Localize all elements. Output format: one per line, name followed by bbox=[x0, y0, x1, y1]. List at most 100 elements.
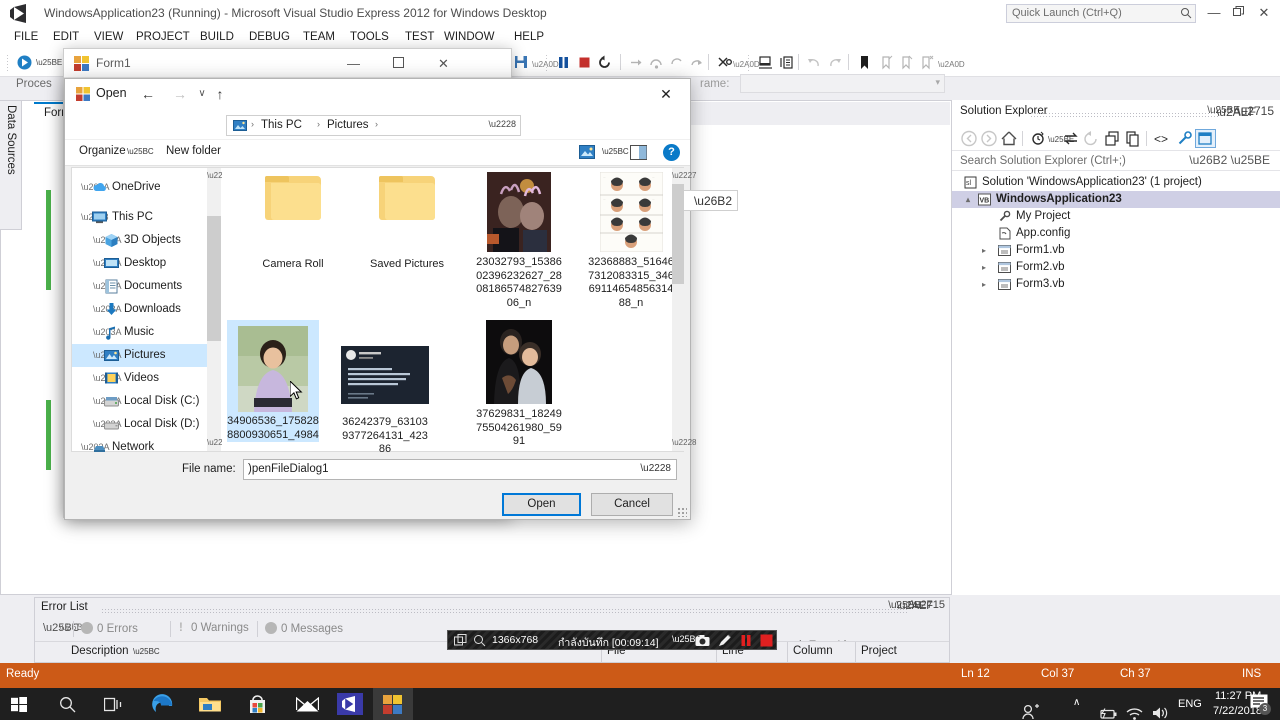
comment-icon[interactable] bbox=[778, 54, 795, 71]
file-tile-camera-roll[interactable]: Camera Roll bbox=[248, 176, 338, 272]
people-icon[interactable] bbox=[1022, 696, 1040, 720]
nav-item-documents[interactable]: \u203A Documents bbox=[72, 275, 207, 298]
nav-item-music[interactable]: \u203A Music bbox=[72, 321, 207, 344]
screen-recorder-toolbar[interactable]: 1366x768 กำลังบันทึก [00:09:14] \u25BC bbox=[447, 630, 777, 650]
tree-row-form2[interactable]: ▸ Form2.vb bbox=[952, 259, 1280, 276]
bookmarks-dropdown-icon[interactable]: \u2A0D bbox=[938, 54, 965, 71]
data-sources-tab[interactable]: Data Sources bbox=[0, 100, 22, 230]
hex-view-icon[interactable] bbox=[716, 54, 733, 71]
visual-studio-button[interactable] bbox=[330, 688, 370, 720]
pencil-icon[interactable] bbox=[718, 634, 732, 647]
scrollbar-thumb[interactable] bbox=[207, 216, 221, 341]
form1-title-bar[interactable]: Form1 — ✕ bbox=[64, 49, 511, 78]
address-bar[interactable]: › This PC › Pictures › \u2228 bbox=[226, 115, 521, 136]
menu-build[interactable]: BUILD bbox=[194, 27, 240, 48]
form1-maximize-button[interactable] bbox=[376, 49, 421, 78]
scroll-up-icon[interactable]: \u2227 bbox=[207, 168, 231, 184]
nav-item-3d-objects[interactable]: \u203A 3D Objects bbox=[72, 229, 207, 252]
expand-arrow-icon[interactable]: ▸ bbox=[982, 259, 986, 276]
task-view-button[interactable] bbox=[94, 688, 134, 720]
scroll-down-icon[interactable]: \u2228 bbox=[672, 435, 696, 451]
tree-row-form3[interactable]: ▸ Form3.vb bbox=[952, 276, 1280, 293]
warnings-count[interactable]: ! 0 Warnings bbox=[179, 622, 249, 634]
show-all-files-icon[interactable] bbox=[1124, 130, 1142, 147]
close-icon[interactable]: \u2715 bbox=[911, 599, 945, 611]
menu-edit[interactable]: EDIT bbox=[47, 27, 85, 48]
file-name-dropdown-icon[interactable]: \u2228 bbox=[640, 463, 671, 474]
file-tile-photo-3[interactable]: 34906536_1758288800930651_4984 bbox=[227, 320, 319, 442]
messages-count[interactable]: 0 Messages bbox=[265, 622, 343, 635]
toolbar-grip[interactable] bbox=[6, 54, 10, 71]
running-app-button[interactable] bbox=[373, 688, 413, 720]
save-all-icon[interactable] bbox=[513, 54, 530, 71]
tree-row-form1[interactable]: ▸ Form1.vb bbox=[952, 242, 1280, 259]
store-button[interactable] bbox=[239, 688, 279, 720]
collapse-all-icon[interactable] bbox=[1104, 130, 1122, 147]
vs-minimize-button[interactable]: — bbox=[1202, 2, 1226, 24]
search-icon[interactable]: \u26B2 \u25BE bbox=[1189, 153, 1270, 167]
up-button[interactable]: ↑ bbox=[209, 84, 231, 104]
menu-view[interactable]: VIEW bbox=[88, 27, 129, 48]
column-project[interactable]: Project bbox=[861, 645, 897, 657]
cancel-button[interactable]: Cancel bbox=[591, 493, 673, 516]
column-column[interactable]: Column bbox=[793, 645, 833, 657]
sort-arrow-icon[interactable]: \u25BC bbox=[133, 647, 160, 656]
start-button[interactable] bbox=[0, 688, 40, 720]
scroll-down-icon[interactable]: \u2228 bbox=[207, 435, 231, 451]
form1-minimize-button[interactable]: — bbox=[331, 49, 376, 78]
expand-arrow-icon[interactable]: ▴ bbox=[966, 191, 970, 208]
address-dropdown-icon[interactable]: \u2228 bbox=[488, 119, 516, 129]
battery-icon[interactable] bbox=[1099, 698, 1117, 720]
nav-item-network[interactable]: \u203A Network bbox=[72, 436, 207, 459]
file-tile-photo-4[interactable]: 36242379_631039377264131_42386 bbox=[340, 346, 430, 457]
view-code-icon[interactable]: <> bbox=[1154, 130, 1172, 147]
restart-icon[interactable] bbox=[596, 54, 613, 71]
breadcrumb-this-pc[interactable]: This PC bbox=[261, 119, 302, 131]
file-tile-saved-pictures[interactable]: Saved Pictures bbox=[362, 176, 452, 272]
menu-team[interactable]: TEAM bbox=[297, 27, 341, 48]
vs-restore-button[interactable] bbox=[1226, 2, 1250, 24]
menu-debug[interactable]: DEBUG bbox=[243, 27, 296, 48]
expand-arrow-icon[interactable]: ▸ bbox=[982, 276, 986, 293]
camera-icon[interactable] bbox=[695, 634, 710, 647]
view-designer-button[interactable] bbox=[1195, 129, 1216, 148]
scroll-up-icon[interactable]: \u2227 bbox=[672, 168, 696, 184]
region-icon[interactable] bbox=[454, 634, 467, 647]
menu-window[interactable]: WINDOW bbox=[438, 27, 500, 48]
toolbar-grip-3[interactable] bbox=[747, 54, 751, 71]
file-name-input[interactable]: )penFileDialog1 \u2228 bbox=[243, 459, 677, 480]
error-list-drag-dots[interactable] bbox=[101, 608, 907, 613]
nav-item-local-disk-d[interactable]: \u203A Local Disk (D:) bbox=[72, 413, 207, 436]
menu-help[interactable]: HELP bbox=[508, 27, 550, 48]
continue-icon[interactable] bbox=[16, 54, 33, 71]
pending-changes-icon[interactable] bbox=[1030, 130, 1048, 147]
nav-item-onedrive[interactable]: \u203A OneDrive bbox=[72, 176, 207, 199]
language-indicator[interactable]: ENG bbox=[1178, 698, 1202, 710]
pause-icon[interactable] bbox=[741, 634, 752, 647]
help-button[interactable]: ? bbox=[663, 144, 680, 161]
view-dropdown-icon[interactable]: \u25BC bbox=[602, 147, 629, 156]
nav-item-this-pc[interactable]: \u2228 This PC bbox=[72, 206, 207, 229]
quick-launch-input[interactable]: Quick Launch (Ctrl+Q) bbox=[1006, 4, 1196, 23]
organize-button[interactable]: Organize bbox=[79, 145, 126, 157]
properties-icon[interactable] bbox=[1176, 130, 1194, 147]
open-button[interactable]: Open bbox=[502, 493, 581, 516]
column-separator-4[interactable] bbox=[855, 642, 856, 663]
nav-item-desktop[interactable]: \u203A Desktop bbox=[72, 252, 207, 275]
sync-icon[interactable] bbox=[1062, 130, 1080, 147]
menu-file[interactable]: FILE bbox=[8, 27, 44, 48]
close-icon[interactable]: \u2715 bbox=[1237, 104, 1274, 118]
nav-item-videos[interactable]: \u203A Videos bbox=[72, 367, 207, 390]
expand-arrow-icon[interactable]: ▸ bbox=[982, 242, 986, 259]
continue-dropdown[interactable]: \u25BE bbox=[36, 54, 62, 71]
home-icon[interactable] bbox=[1000, 130, 1018, 147]
file-tile-photo-2[interactable]: ............ 32368883_516467312083315_34… bbox=[586, 172, 676, 310]
errors-count[interactable]: 0 Errors bbox=[81, 622, 138, 635]
organize-dropdown-icon[interactable]: \u25BC bbox=[127, 147, 154, 156]
tree-row-my-project[interactable]: My Project bbox=[952, 208, 1280, 225]
file-list-scrollbar[interactable]: \u2227 \u2228 bbox=[672, 168, 696, 451]
pause-icon[interactable] bbox=[555, 54, 572, 71]
file-list-view[interactable]: Camera Roll Saved Pictures 23032793_1538… bbox=[222, 168, 674, 455]
back-button[interactable]: ← bbox=[137, 84, 159, 104]
search-button[interactable] bbox=[48, 688, 88, 720]
